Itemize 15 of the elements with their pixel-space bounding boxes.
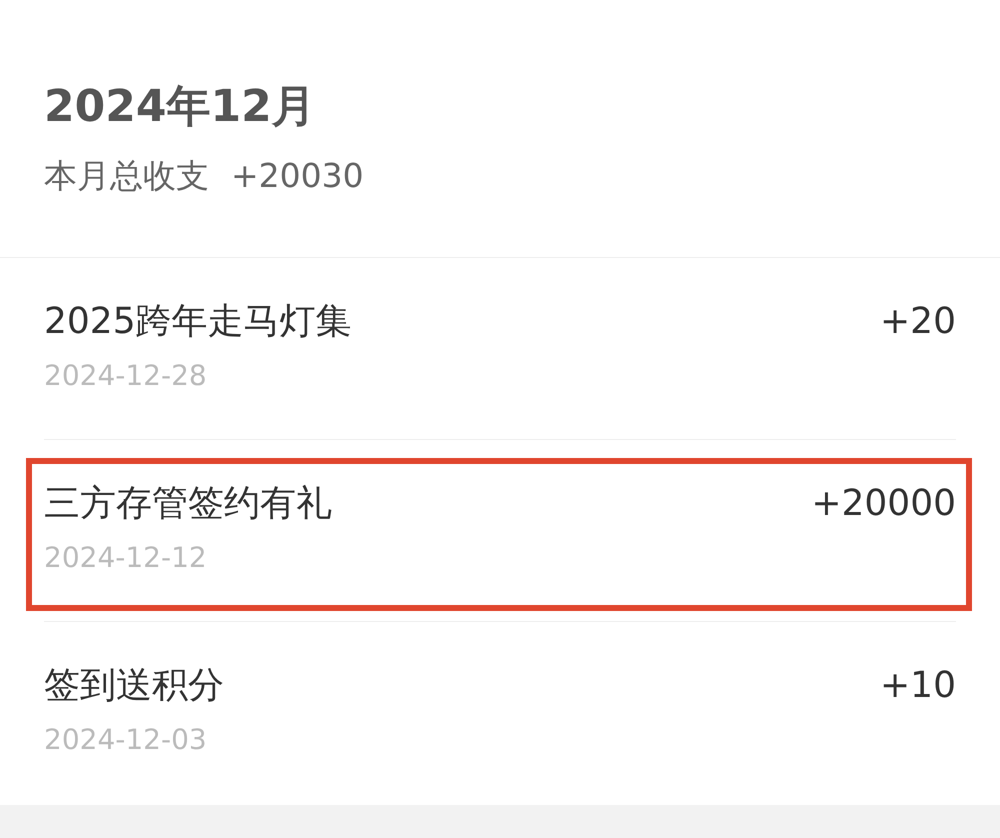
summary-value: +20030 — [231, 155, 364, 197]
record-row[interactable]: 2025跨年走马灯集 +20 2024-12-28 — [44, 258, 956, 440]
record-date: 2024-12-28 — [44, 358, 208, 394]
record-amount: +20 — [880, 300, 956, 344]
record-row[interactable]: 签到送积分 +10 2024-12-03 — [44, 622, 956, 804]
summary-label: 本月总收支 — [44, 155, 209, 197]
record-amount: +10 — [880, 664, 956, 708]
record-amount: +20000 — [811, 482, 956, 526]
record-row[interactable]: 三方存管签约有礼 +20000 2024-12-12 — [44, 440, 956, 622]
record-title: 签到送积分 — [44, 664, 224, 708]
record-title: 三方存管签约有礼 — [44, 482, 332, 526]
record-date: 2024-12-12 — [44, 540, 208, 576]
record-date: 2024-12-03 — [44, 722, 208, 758]
record-title: 2025跨年走马灯集 — [44, 300, 352, 344]
month-title: 2024年12月 — [44, 80, 317, 134]
